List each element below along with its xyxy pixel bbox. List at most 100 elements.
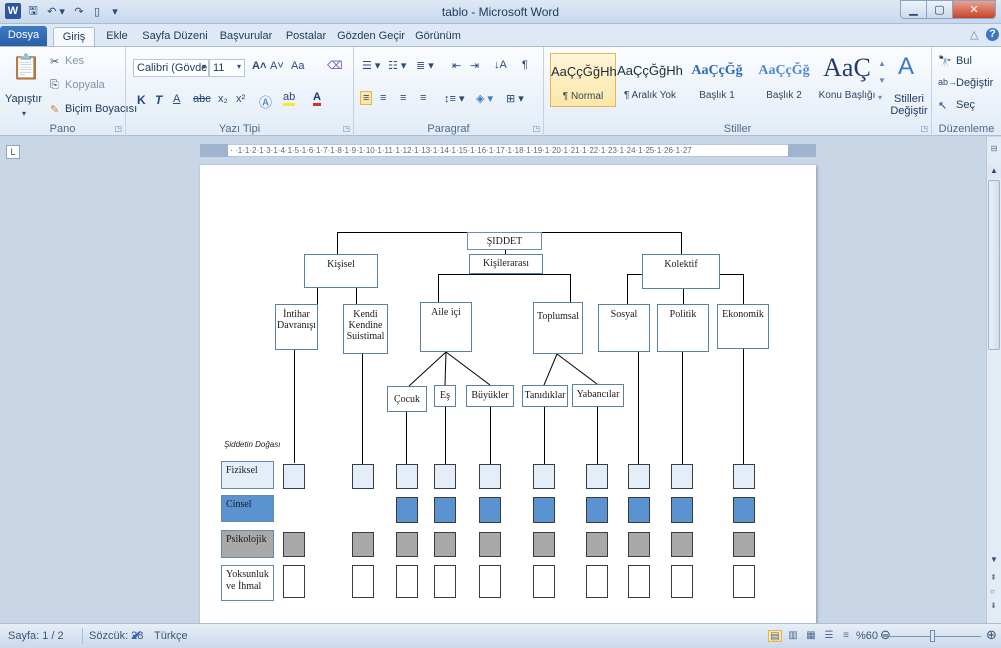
font-size-dropdown-icon[interactable]: ▾	[237, 62, 241, 71]
scroll-down-arrow[interactable]: ▼	[987, 553, 1001, 567]
font-name-dropdown-icon[interactable]: ▾	[202, 62, 206, 71]
bullets-icon[interactable]: ☰ ▾	[362, 59, 380, 72]
grid-cell-fiziksel	[479, 464, 501, 489]
paste-dropdown-icon[interactable]: ▾	[22, 109, 26, 118]
previous-page-icon[interactable]: ⇞	[990, 573, 997, 582]
tab-references[interactable]: Başvurular	[214, 27, 278, 46]
copy-icon[interactable]: ⎘	[50, 79, 59, 92]
grow-font-button[interactable]: A˄	[252, 60, 266, 72]
minimize-button[interactable]: ▁	[900, 0, 927, 19]
connector	[597, 407, 598, 464]
minimize-ribbon-icon[interactable]: △	[970, 28, 978, 41]
align-right-icon[interactable]: ≡	[400, 92, 406, 104]
text-effects-icon[interactable]: Ⓐ	[259, 92, 272, 111]
decrease-indent-icon[interactable]: ⇤	[452, 59, 461, 72]
clear-formatting-icon[interactable]: ⌫	[327, 59, 343, 72]
grid-cell-psikolojik	[586, 532, 608, 557]
zoom-slider-thumb[interactable]	[930, 630, 935, 642]
multilevel-list-icon[interactable]: ≣ ▾	[416, 59, 434, 72]
language[interactable]: Türkçe	[154, 630, 188, 642]
font-name-combo[interactable]: Calibri (Gövde	[133, 59, 209, 77]
increase-indent-icon[interactable]: ⇥	[470, 59, 479, 72]
find-icon[interactable]: 🔭	[938, 55, 952, 68]
tab-home[interactable]: Giriş	[53, 27, 95, 46]
format-painter-icon[interactable]: ✎	[50, 103, 59, 116]
tab-view[interactable]: Görünüm	[410, 27, 466, 46]
web-layout-icon[interactable]: ▦	[804, 630, 818, 642]
change-styles-button[interactable]: Stilleri Değiştir	[887, 93, 931, 117]
help-icon[interactable]: ?	[986, 28, 999, 41]
bold-button[interactable]: K	[137, 93, 146, 107]
select-icon[interactable]: ↖	[938, 99, 947, 112]
replace-button[interactable]: Değiştir	[956, 77, 993, 89]
sort-icon[interactable]: ↓A	[494, 59, 507, 71]
styles-scroll-icon[interactable]: ▲ ▼ ▾	[878, 55, 886, 106]
style-no-spacing[interactable]: AaÇçĞğHh ¶ Aralık Yok	[617, 53, 683, 107]
cut-icon[interactable]: ✂	[50, 55, 59, 68]
ruler-left-margin[interactable]	[200, 144, 228, 157]
subscript-button[interactable]: x₂	[218, 93, 228, 105]
grid-cell-fiziksel	[434, 464, 456, 489]
superscript-button[interactable]: x²	[236, 93, 245, 105]
change-styles-icon[interactable]: A	[898, 53, 914, 81]
show-marks-icon[interactable]: ¶	[522, 59, 528, 71]
proofing-icon[interactable]: ✔	[131, 627, 143, 644]
font-launcher-icon[interactable]: ◳	[342, 124, 350, 133]
horizontal-ruler[interactable]: ·2·1·1· · ·1·1·2·1·3·1·4·1·5·1·6·1·7·1·8…	[200, 144, 816, 157]
page-count[interactable]: Sayfa: 1 / 2	[8, 630, 64, 642]
outline-icon[interactable]: ☰	[822, 630, 836, 642]
tab-file[interactable]: Dosya	[0, 26, 47, 46]
change-case-button[interactable]: Aa	[291, 60, 304, 72]
ruler-right-margin[interactable]	[788, 144, 816, 157]
zoom-out-icon[interactable]: ⊖	[880, 627, 891, 643]
justify-icon[interactable]: ≡	[420, 92, 426, 104]
draft-icon[interactable]: ≡	[839, 630, 853, 642]
clipboard-launcher-icon[interactable]: ◳	[114, 124, 122, 133]
next-page-icon[interactable]: ⇟	[990, 601, 997, 610]
styles-launcher-icon[interactable]: ◳	[920, 124, 928, 133]
style-title[interactable]: AaÇ Konu Başlığı	[816, 53, 878, 107]
style-heading-1[interactable]: AaÇçĞğ Başlık 1	[684, 53, 750, 107]
clipboard-group: 📋 Yapıştır ▾ ✂ Kes ⎘ Kopyala ✎ Biçim Boy…	[0, 47, 137, 136]
zoom-level[interactable]: %60	[856, 630, 878, 642]
tab-page-layout[interactable]: Sayfa Düzeni	[139, 27, 211, 46]
font-color-icon[interactable]: A	[313, 91, 321, 106]
tab-review[interactable]: Gözden Geçir	[336, 27, 406, 46]
connector	[337, 232, 338, 254]
select-button[interactable]: Seç	[956, 99, 975, 111]
find-button[interactable]: Bul	[956, 55, 972, 67]
align-center-icon[interactable]: ≡	[380, 92, 386, 104]
zoom-in-icon[interactable]: ⊕	[986, 627, 997, 643]
vertical-scrollbar[interactable]: ⊟ ▲ ▼ ⇞ ○ ⇟	[986, 137, 1001, 623]
maximize-button[interactable]: ▢	[926, 0, 953, 19]
style-normal[interactable]: AaÇçĞğHh ¶ Normal	[550, 53, 617, 107]
paste-button[interactable]: Yapıştır	[5, 93, 42, 105]
highlight-icon[interactable]: ab	[283, 91, 296, 106]
tab-selector[interactable]: L	[6, 145, 20, 159]
browse-object-icon[interactable]: ○	[990, 587, 995, 596]
paragraph-launcher-icon[interactable]: ◳	[532, 124, 540, 133]
paste-icon[interactable]: 📋	[11, 53, 41, 82]
full-screen-reading-icon[interactable]: ▥	[786, 630, 800, 642]
shrink-font-button[interactable]: A˅	[270, 60, 284, 72]
print-layout-icon[interactable]: ▤	[768, 630, 782, 642]
cut-button[interactable]: Kes	[65, 55, 84, 67]
view-ruler-icon[interactable]: ⊟	[988, 144, 1000, 156]
shading-icon[interactable]: ◈ ▾	[476, 92, 493, 105]
align-left-icon[interactable]: ≡	[360, 91, 373, 105]
italic-button[interactable]: T	[155, 93, 162, 107]
copy-button[interactable]: Kopyala	[65, 79, 105, 91]
numbering-icon[interactable]: ☷ ▾	[388, 59, 406, 72]
tab-insert[interactable]: Ekle	[100, 27, 134, 46]
style-heading-2[interactable]: AaÇçĞğ Başlık 2	[751, 53, 817, 107]
tab-mailings[interactable]: Postalar	[280, 27, 332, 46]
close-button[interactable]: ✕	[952, 0, 996, 19]
scroll-thumb[interactable]	[988, 180, 1000, 350]
grid-cell-yoksunluk	[733, 565, 755, 598]
strikethrough-button[interactable]: abc	[193, 93, 211, 105]
scroll-up-arrow[interactable]: ▲	[987, 164, 1001, 178]
borders-icon[interactable]: ⊞ ▾	[506, 92, 524, 105]
line-spacing-icon[interactable]: ↕≡ ▾	[444, 92, 465, 105]
underline-button[interactable]: A	[173, 93, 180, 105]
replace-icon[interactable]: ab→	[938, 77, 957, 87]
